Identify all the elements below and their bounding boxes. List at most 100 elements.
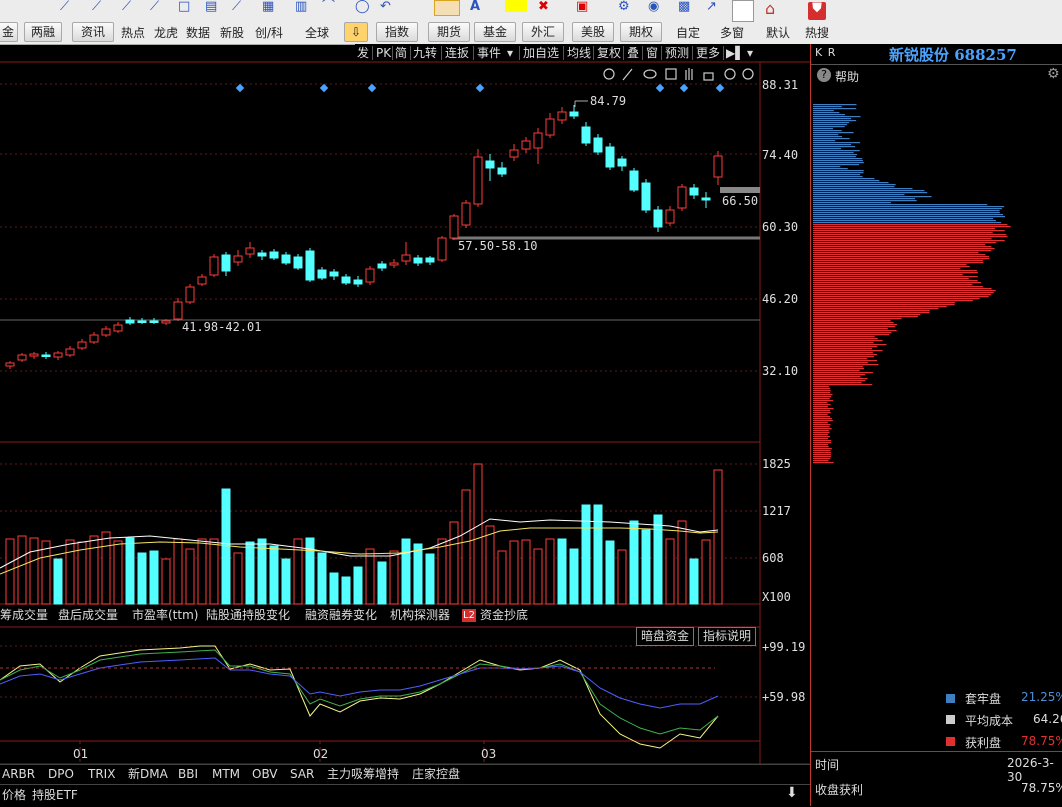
volume-bar [390,551,398,604]
chart-tools[interactable] [604,68,753,80]
draw-fib-icon[interactable]: ▤ [205,0,217,14]
tab-pe-ttm[interactable]: 市盈率(ttm) [132,605,198,625]
volume-bar [366,549,374,604]
eye-icon[interactable]: ◉ [648,0,659,14]
draw-arrow-icon[interactable]: ⟋ [150,0,159,14]
candle-body [318,270,326,278]
event-marker-icon [716,84,724,92]
home-icon[interactable]: ⌂ [765,2,775,16]
chip-bar [813,158,862,159]
undo-icon[interactable]: ↶ [380,0,391,14]
download-icon[interactable]: ⇩ [344,22,368,42]
draw-circle-icon[interactable]: ◯ [355,0,370,14]
chip-bar [813,308,938,309]
draw-segment-icon[interactable]: ⟋ [122,0,131,14]
btn-forex[interactable]: 外汇 [522,22,564,42]
tab-dpo[interactable]: DPO [48,764,74,784]
nav-data[interactable]: 数据 [186,24,210,41]
indicator-explain-button[interactable]: 指标说明 [698,627,756,646]
btn-us-stocks[interactable]: 美股 [572,22,614,42]
volume-bar [282,559,290,604]
btn-news[interactable]: 资讯 [72,22,114,42]
chip-bar [813,440,831,441]
hide-drawing-icon[interactable]: ▣ [576,0,588,14]
tab-sar[interactable]: SAR [290,764,314,784]
chip-bars [811,44,1062,484]
chip-bar [813,110,834,111]
chip-bar [813,406,828,407]
nav-default[interactable]: 默认 [766,24,790,41]
tab-new-dma[interactable]: 新DMA [128,764,168,784]
nav-hot-search[interactable]: 热搜 [805,24,829,41]
tab-margin-change[interactable]: 融资融券变化 [305,605,377,625]
draw-channel-icon[interactable]: ⟋ [232,0,241,14]
tab-trix[interactable]: TRIX [88,764,115,784]
tab-hk-connect[interactable]: 陆股通持股变化 [206,605,290,625]
cursor-tool-icon[interactable] [434,0,460,16]
dark-funds-button[interactable]: 暗盘资金 [636,627,694,646]
nav-ipo[interactable]: 新股 [220,24,244,41]
tab-after-hours-volume[interactable]: 盘后成交量 [58,605,118,625]
candle-body [270,252,278,258]
tab-dealer-control[interactable]: 庄家控盘 [412,764,460,784]
draw-ray-icon[interactable]: ⟋ [92,0,101,14]
color-yellow-icon[interactable] [505,0,527,12]
draw-line-icon[interactable]: ⟋ [60,0,69,14]
draw-cycle-icon[interactable]: ⌒ [322,0,335,14]
btn-index[interactable]: 指数 [376,22,418,42]
download-bottom-icon[interactable]: ⬇ [786,785,798,801]
chip-bar [813,382,862,383]
tab-bottom-fishing[interactable]: 资金抄底 [480,605,528,625]
chip-bar [813,410,830,411]
btn-futures[interactable]: 期货 [428,22,470,42]
bottom-row2 [0,784,810,807]
candle-body [438,238,446,260]
text-tool-icon[interactable]: A [470,0,480,14]
nav-dragon[interactable]: 龙虎 [154,24,178,41]
tab-arbr[interactable]: ARBR [2,764,35,784]
nav-global[interactable]: 全球 [305,24,329,41]
draw-rect-icon[interactable]: □ [178,0,190,14]
delete-icon[interactable]: ✖ [538,0,549,14]
candle-body [462,203,470,225]
tab-chip-volume[interactable]: 筹成交量 [0,605,48,625]
chart-hand-icon [686,68,692,80]
chart-canvas [0,44,810,806]
chip-bar [813,232,993,233]
chip-bar [813,156,856,157]
chip-bar [813,188,912,189]
draw-parallel-icon[interactable]: ▥ [295,0,307,14]
hot-search-icon[interactable]: ⛊ [808,2,826,20]
nav-multiwin[interactable]: 多窗 [720,24,744,41]
candle-body [678,187,686,208]
candle-body [42,355,50,357]
tab-obv[interactable]: OBV [252,764,278,784]
volume-bar [138,553,146,604]
chip-bar [813,378,868,379]
tab-institution-detector[interactable]: 机构探测器 [390,605,450,625]
tab-holding-etf[interactable]: 持股ETF [32,786,78,803]
candle-body [210,257,218,275]
btn-options[interactable]: 期权 [620,22,662,42]
tab-price[interactable]: 价格 [2,786,26,803]
tab-main-accumulate[interactable]: 主力吸筹增持 [327,764,399,784]
share-icon[interactable]: ↗ [706,0,717,14]
btn-jin[interactable]: 金 [0,22,18,42]
nav-star[interactable]: 创/科 [255,24,283,41]
current-price-label: 66.50 [722,194,758,208]
group-icon[interactable]: ▩ [678,0,690,14]
btn-margin[interactable]: 两融 [24,22,62,42]
chip-bar [813,238,991,239]
draw-grid-icon[interactable]: ▦ [262,0,274,14]
chip-bar [813,120,856,121]
nav-hot[interactable]: 热点 [121,24,145,41]
btn-fund[interactable]: 基金 [474,22,516,42]
tab-mtm[interactable]: MTM [212,764,240,784]
settings-gear-icon[interactable]: ⚙ [618,0,630,14]
chip-bar [813,360,877,361]
toolbar-dropdown[interactable] [732,0,754,22]
volume-bar [198,539,206,604]
tab-bbi[interactable]: BBI [178,764,198,784]
chip-bar [813,178,874,179]
nav-custom[interactable]: 自定 [676,24,700,41]
